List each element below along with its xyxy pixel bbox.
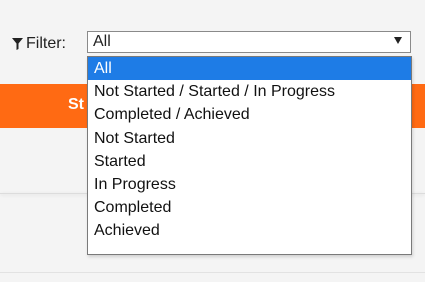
filter-option-in-progress[interactable]: In Progress — [88, 173, 411, 196]
funnel-icon — [12, 38, 23, 50]
filter-option-completed-achieved[interactable]: Completed / Achieved — [88, 103, 411, 126]
filter-option-completed[interactable]: Completed — [88, 196, 411, 219]
filter-option-started[interactable]: Started — [88, 150, 411, 173]
filter-label-text: Filter: — [26, 35, 66, 52]
dropdown-arrow-icon[interactable] — [394, 37, 402, 44]
filter-option-not-started[interactable]: Not Started — [88, 127, 411, 150]
section-divider-bottom — [0, 272, 425, 273]
filter-option-all[interactable]: All — [88, 57, 411, 81]
filter-selected-value: All — [93, 33, 111, 50]
filter-dropdown-list: All Not Started / Started / In Progress … — [87, 56, 412, 255]
filter-select[interactable]: All — [87, 31, 411, 53]
filter-label: Filter: — [12, 35, 66, 53]
page: St Filter: All All Not Started / Started… — [0, 0, 425, 282]
filter-option-not-started-started-in-progress[interactable]: Not Started / Started / In Progress — [88, 80, 411, 103]
filter-option-achieved[interactable]: Achieved — [88, 219, 411, 242]
background-orange-button-label: St — [68, 96, 84, 113]
